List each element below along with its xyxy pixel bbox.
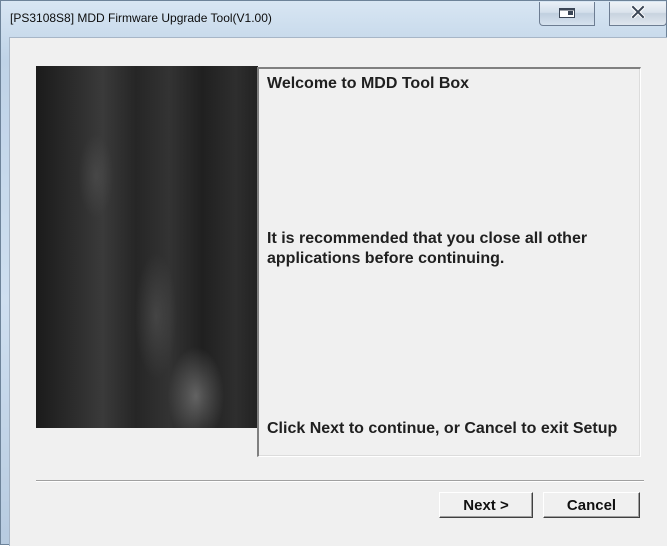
welcome-text-panel: Welcome to MDD Tool Box It is recommende… <box>257 67 641 457</box>
recommendation-text: It is recommended that you close all oth… <box>267 230 588 267</box>
restore-button[interactable] <box>539 2 595 26</box>
welcome-heading: Welcome to MDD Tool Box <box>267 75 470 92</box>
title-bar[interactable]: [PS3108S8] MDD Firmware Upgrade Tool(V1.… <box>1 1 667 36</box>
close-icon <box>630 3 646 23</box>
installer-window: [PS3108S8] MDD Firmware Upgrade Tool(V1.… <box>0 0 667 546</box>
window-title: [PS3108S8] MDD Firmware Upgrade Tool(V1.… <box>10 11 272 25</box>
setup-banner-image <box>36 66 258 428</box>
next-button[interactable]: Next > <box>439 492 533 518</box>
close-button[interactable] <box>609 2 667 26</box>
instruction-text: Click Next to continue, or Cancel to exi… <box>267 420 618 437</box>
cancel-button[interactable]: Cancel <box>543 492 640 518</box>
dialog-client-area: Welcome to MDD Tool Box It is recommende… <box>9 37 667 546</box>
restore-icon <box>559 5 575 23</box>
separator-line <box>36 480 644 482</box>
